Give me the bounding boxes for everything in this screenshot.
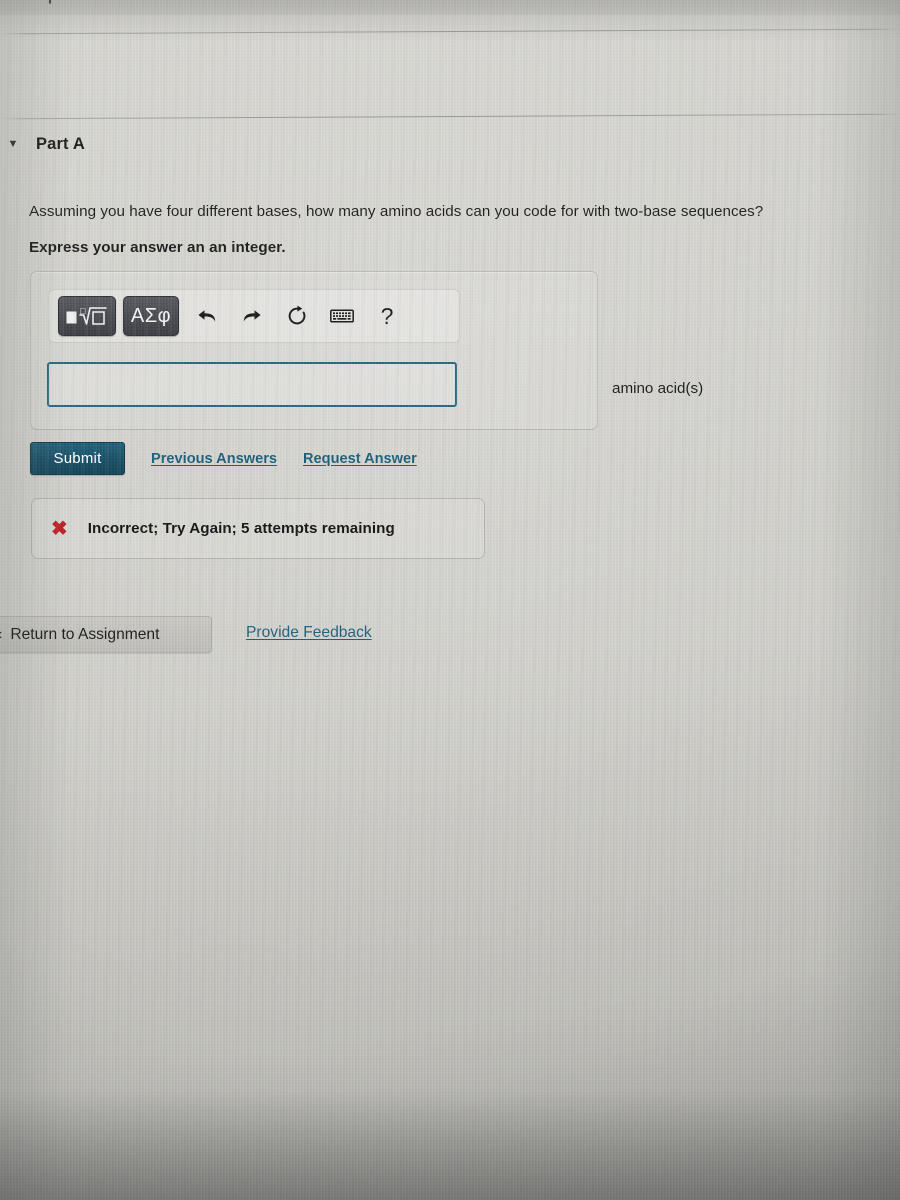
math-toolbar: □ ΑΣφ ? xyxy=(48,289,460,343)
divider-line-top xyxy=(0,28,900,35)
undo-icon[interactable] xyxy=(190,299,224,333)
mastering-physics-page: Conceptual Connection with Feedback ▼ Pa… xyxy=(0,0,900,1200)
divider-line-bottom xyxy=(0,113,900,120)
keyboard-icon[interactable] xyxy=(325,299,359,333)
feedback-message: Incorrect; Try Again; 5 attempts remaini… xyxy=(87,520,395,537)
submit-button[interactable]: Submit xyxy=(30,442,125,475)
provide-feedback-link[interactable]: Provide Feedback xyxy=(246,624,372,642)
part-title: Part A xyxy=(36,134,85,153)
incorrect-x-icon: ✖ xyxy=(51,517,68,540)
redo-icon[interactable] xyxy=(235,299,269,333)
question-instruction: Express your answer an an integer. xyxy=(29,239,286,256)
help-icon[interactable]: ? xyxy=(370,299,404,333)
answer-input[interactable] xyxy=(47,362,457,407)
request-answer-link[interactable]: Request Answer xyxy=(303,451,417,467)
greek-symbols-button[interactable]: ΑΣφ xyxy=(123,296,179,336)
svg-text:□: □ xyxy=(80,307,87,315)
return-to-assignment-button[interactable]: ‹ Return to Assignment xyxy=(0,616,212,653)
reset-icon[interactable] xyxy=(280,299,314,333)
question-prompt: Assuming you have four different bases, … xyxy=(29,203,764,220)
cropped-header-left-text: Conceptual Connection xyxy=(0,0,176,5)
previous-answers-link[interactable]: Previous Answers xyxy=(151,451,277,467)
return-to-assignment-label: Return to Assignment xyxy=(10,625,160,643)
collapse-triangle-icon[interactable]: ▼ xyxy=(4,138,22,150)
cropped-header-right-text: with Feedback xyxy=(383,0,491,5)
feedback-banner: ✖ Incorrect; Try Again; 5 attempts remai… xyxy=(31,498,485,559)
math-template-button[interactable]: □ xyxy=(58,296,116,336)
cropped-page-header: Conceptual Connection with Feedback xyxy=(0,0,900,15)
chevron-left-icon: ‹ xyxy=(0,626,2,643)
part-a-header[interactable]: ▼ Part A xyxy=(0,131,420,157)
answer-unit-label: amino acid(s) xyxy=(612,380,704,397)
answer-widget: □ ΑΣφ ? xyxy=(30,271,598,430)
